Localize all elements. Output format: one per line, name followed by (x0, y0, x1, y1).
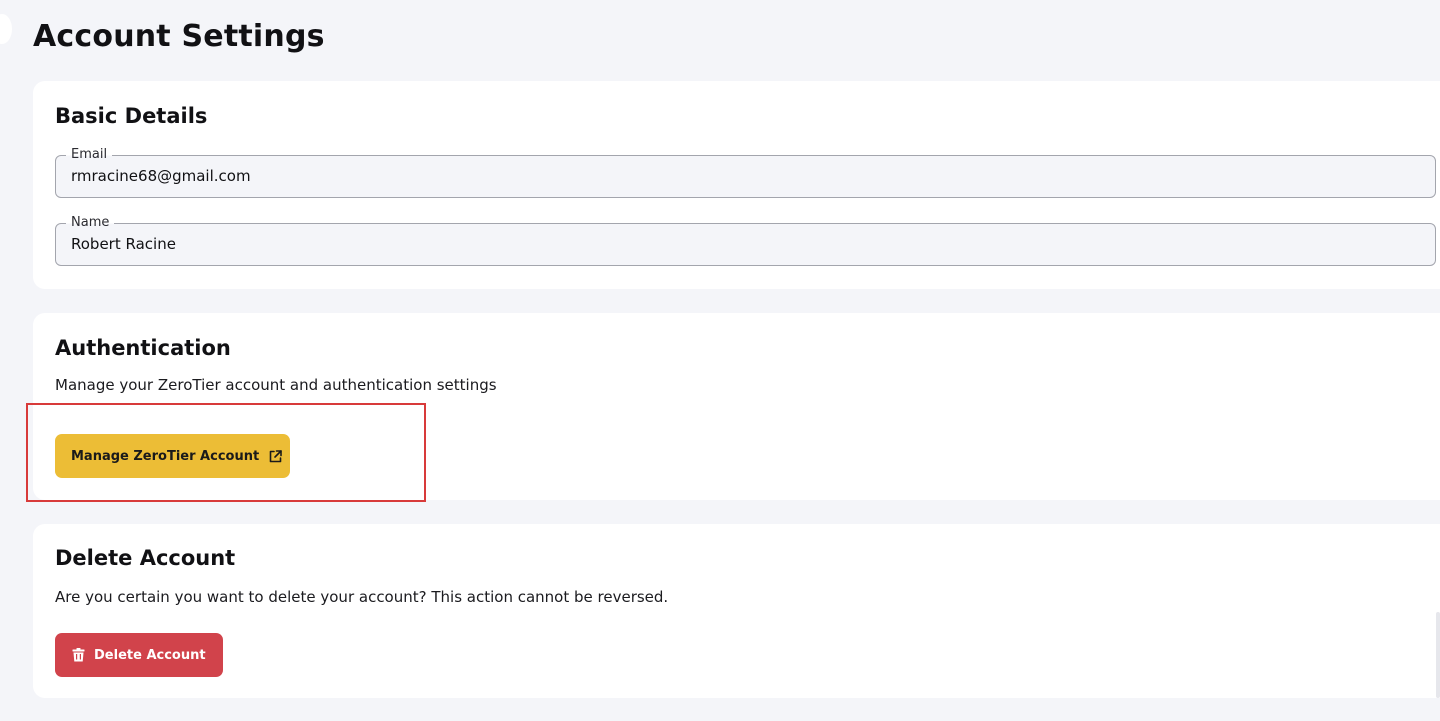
delete-account-title: Delete Account (55, 546, 236, 570)
name-field-value[interactable]: Robert Racine (71, 235, 176, 254)
email-field-value[interactable]: rmracine68@gmail.com (71, 167, 251, 186)
collapsed-sidebar-edge (0, 14, 12, 44)
name-field-label: Name (66, 215, 115, 231)
page-title: Account Settings (33, 19, 325, 54)
scrollbar-track-edge[interactable] (1436, 612, 1440, 698)
account-settings-page: Account Settings Basic Details Email rmr… (0, 0, 1440, 721)
delete-account-description: Are you certain you want to delete your … (55, 588, 669, 606)
authentication-title: Authentication (55, 336, 231, 360)
delete-account-button[interactable]: Delete Account (55, 633, 223, 677)
delete-account-button-label: Delete Account (94, 647, 206, 663)
trash-icon (72, 648, 85, 662)
basic-details-title: Basic Details (55, 104, 208, 128)
name-field[interactable]: Name Robert Racine (55, 215, 1436, 266)
delete-account-card: Delete Account Are you certain you want … (33, 524, 1440, 698)
email-field-label: Email (66, 147, 113, 163)
email-field[interactable]: Email rmracine68@gmail.com (55, 147, 1436, 198)
basic-details-card: Basic Details Email rmracine68@gmail.com… (33, 81, 1440, 289)
highlight-annotation-box (26, 403, 426, 502)
authentication-description: Manage your ZeroTier account and authent… (55, 376, 497, 394)
